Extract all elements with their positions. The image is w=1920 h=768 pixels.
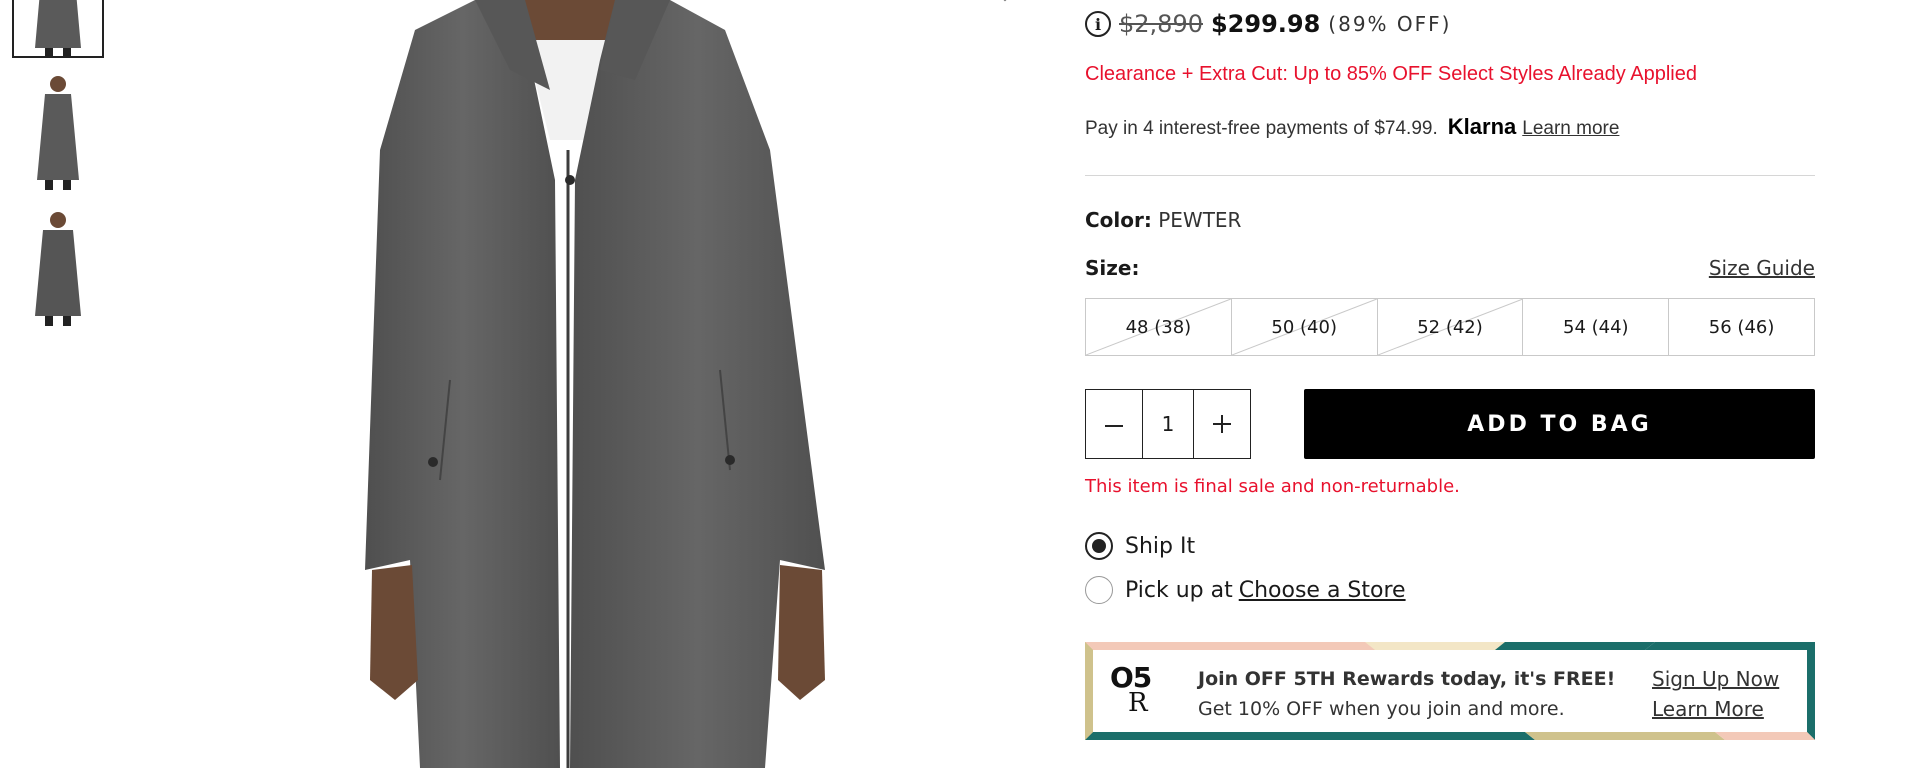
minus-icon[interactable] (1086, 390, 1142, 458)
sale-price: $299.98 (1210, 10, 1321, 38)
rewards-links: Sign Up Now Learn More (1652, 664, 1779, 724)
choose-store-link[interactable]: Choose a Store (1239, 578, 1406, 603)
wishlist-heart-icon[interactable] (990, 0, 1020, 14)
pickup-option[interactable]: Pick up at Choose a Store (1085, 576, 1406, 604)
size-option-label: 54 (44) (1563, 316, 1629, 338)
rewards-learn-more-link[interactable]: Learn More (1652, 694, 1779, 724)
thumbnail-side[interactable] (12, 72, 104, 194)
color-row: Color: PEWTER (1085, 208, 1241, 232)
color-label: Color: (1085, 208, 1152, 232)
size-option-label: 48 (38) (1125, 316, 1192, 338)
final-sale-notice: This item is final sale and non-returnab… (1085, 476, 1460, 497)
thumbnail-front[interactable] (12, 0, 104, 58)
size-option-label: 56 (46) (1708, 316, 1775, 338)
size-option-56[interactable]: 56 (46) (1669, 299, 1814, 355)
size-selector: 48 (38) 50 (40) 52 (42) 54 (44) 56 (46) (1085, 298, 1815, 356)
pickup-label: Pick up at (1125, 577, 1233, 603)
size-option-label: 52 (42) (1417, 316, 1483, 338)
product-main-image (300, 0, 860, 768)
ship-it-label: Ship It (1125, 533, 1196, 559)
rewards-text: Join OFF 5TH Rewards today, it's FREE! G… (1198, 664, 1615, 724)
size-row: Size: Size Guide (1085, 256, 1815, 280)
klarna-logo: Klarna (1447, 114, 1517, 139)
plus-icon[interactable] (1194, 390, 1250, 458)
klarna-text: Pay in 4 interest-free payments of $74.9… (1085, 118, 1438, 139)
size-option-52[interactable]: 52 (42) (1378, 299, 1524, 355)
thumbnail-angle[interactable] (12, 208, 104, 330)
ship-it-radio[interactable] (1085, 532, 1113, 560)
pickup-radio[interactable] (1085, 576, 1113, 604)
original-price: $2,890 (1119, 10, 1203, 38)
price-row: i $2,890 $299.98 (89% OFF) (1085, 10, 1451, 38)
color-value: PEWTER (1158, 208, 1242, 232)
rewards-banner: O5 R Join OFF 5TH Rewards today, it's FR… (1085, 642, 1815, 740)
ship-it-option[interactable]: Ship It (1085, 532, 1195, 560)
size-option-50[interactable]: 50 (40) (1232, 299, 1378, 355)
size-option-label: 50 (40) (1271, 316, 1337, 338)
quantity-stepper: 1 (1085, 389, 1251, 459)
rewards-subtitle: Get 10% OFF when you join and more. (1198, 698, 1565, 720)
discount-percent: (89% OFF) (1328, 12, 1452, 36)
quantity-value[interactable]: 1 (1142, 390, 1194, 458)
rewards-title: Join OFF 5TH Rewards today, it's FREE! (1198, 668, 1616, 690)
off5th-rewards-logo: O5 R (1110, 661, 1152, 718)
product-details-panel: i $2,890 $299.98 (89% OFF) Clearance + E… (1085, 0, 1815, 768)
size-guide-link[interactable]: Size Guide (1709, 256, 1815, 280)
klarna-learn-more-link[interactable]: Learn more (1522, 118, 1619, 140)
size-label: Size: (1085, 256, 1140, 280)
add-to-bag-button[interactable]: ADD TO BAG (1304, 389, 1815, 459)
size-option-48[interactable]: 48 (38) (1086, 299, 1232, 355)
divider (1085, 175, 1815, 176)
sign-up-now-link[interactable]: Sign Up Now (1652, 664, 1779, 694)
promo-message: Clearance + Extra Cut: Up to 85% OFF Sel… (1085, 63, 1697, 85)
info-icon[interactable]: i (1085, 11, 1111, 37)
size-option-54[interactable]: 54 (44) (1523, 299, 1670, 355)
klarna-row: Pay in 4 interest-free payments of $74.9… (1085, 114, 1619, 140)
